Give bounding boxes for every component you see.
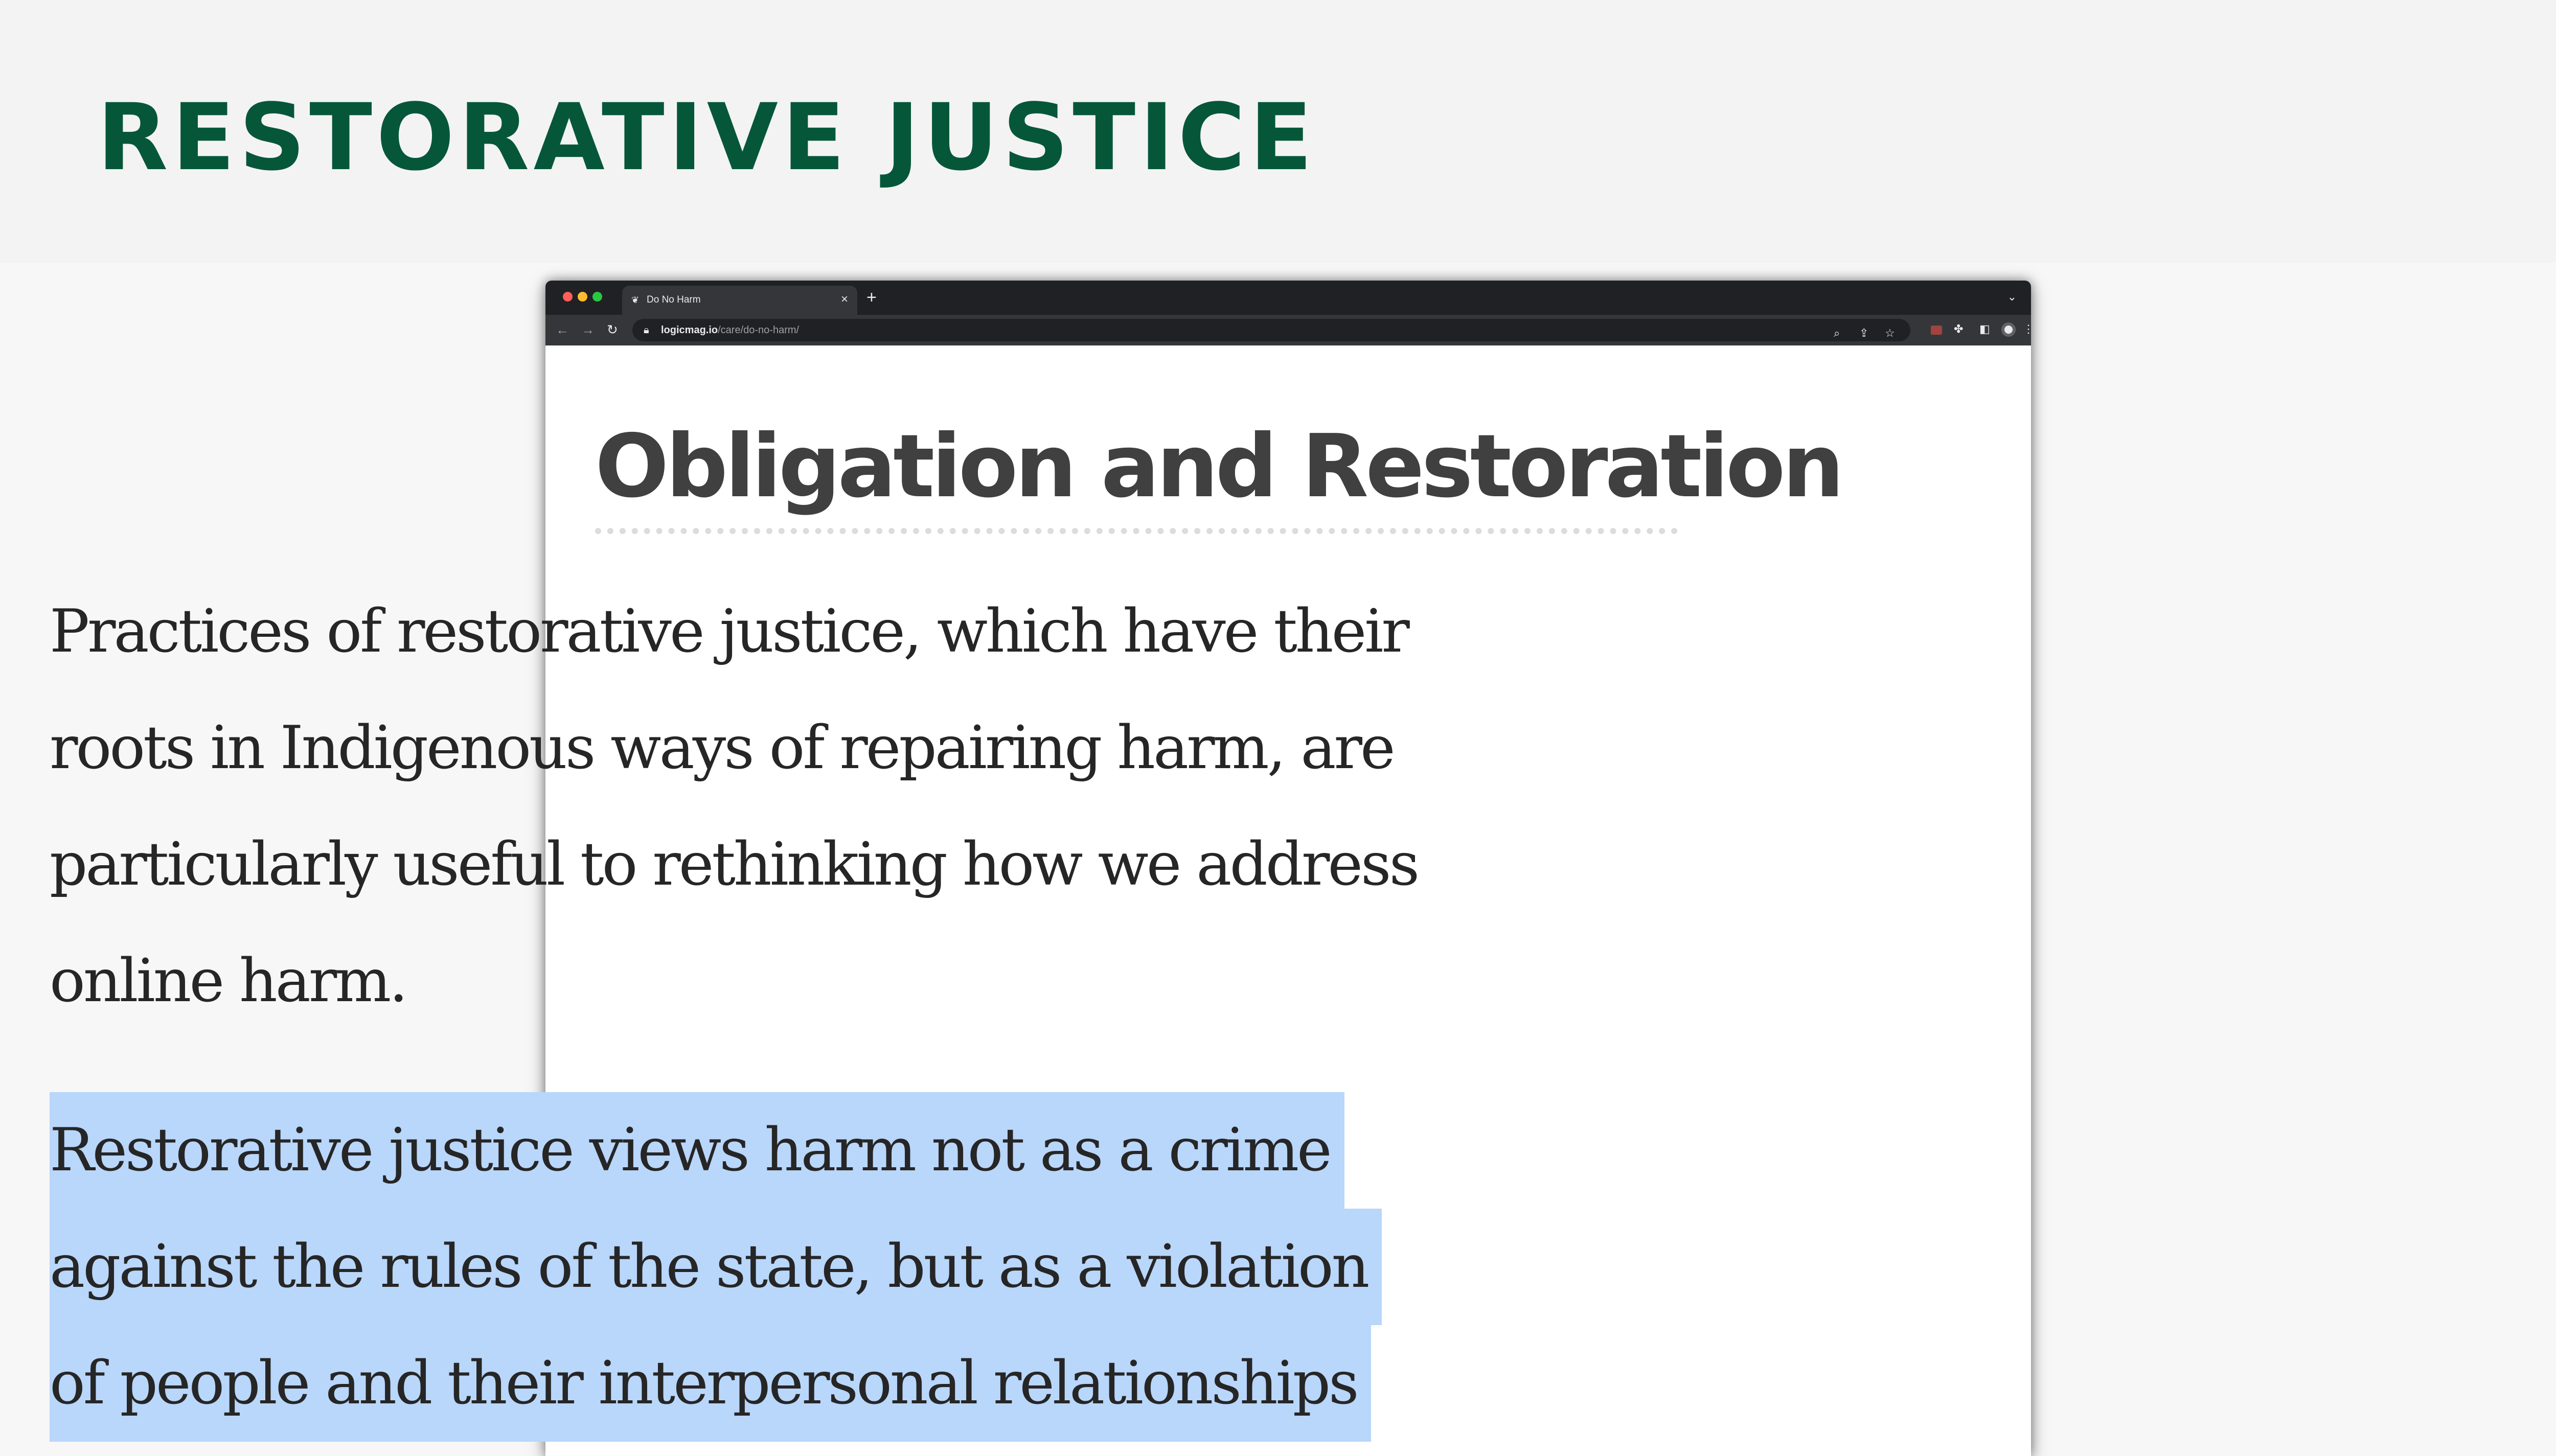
url-path: /care/do-no-harm/ [718,325,800,336]
back-arrow-icon[interactable]: ← [556,322,569,337]
url-domain: logicmag.io [661,325,718,336]
browser-tab[interactable]: ❦ Do No Harm × [622,286,857,315]
kebab-menu-icon[interactable]: ⋮ [2023,322,2031,336]
reload-icon[interactable]: ↻ [607,322,618,337]
selected-text-line: Restorative justice views harm not as a … [50,1092,1344,1209]
paragraph-line: particularly useful to rethinking how we… [50,830,1420,899]
header-band: RESTORATIVE JUSTICE [0,0,2556,263]
sidebar-icon[interactable]: ◧ [1979,322,1990,336]
paragraph-line: online harm. [50,946,408,1015]
tab-close-icon[interactable]: × [841,293,848,306]
bookmark-star-icon[interactable]: ☆ [1885,327,1895,340]
browser-toolbar: ← → ↻ 🔒︎ logicmag.io/care/do-no-harm/ ⌕ … [545,315,2031,345]
tab-search-icon[interactable]: ⌄ [2007,291,2017,303]
forward-arrow-icon[interactable]: → [581,322,595,337]
puzzle-icon[interactable]: ✤ [1954,322,1963,336]
paragraph-line: roots in Indigenous ways of repairing ha… [50,713,1396,782]
selected-text-line: of people and their interpersonal relati… [50,1325,1372,1442]
profile-avatar-icon[interactable] [2001,322,2016,337]
lock-icon[interactable]: 🔒︎ [644,325,649,336]
share-icon[interactable]: ⇪ [1859,327,1868,340]
favicon-icon: ❦ [631,295,640,305]
article-paragraph-1: Practices of restorative justice, which … [50,573,1481,1039]
url-text[interactable]: logicmag.io/care/do-no-harm/ [661,324,799,336]
zoom-icon[interactable]: ⌕ [1834,327,1840,340]
tab-strip: ❦ Do No Harm × + ⌄ [545,281,2031,315]
paragraph-line: Practices of restorative justice, which … [50,597,1410,666]
address-bar[interactable]: 🔒︎ logicmag.io/care/do-no-harm/ ⌕ ⇪ ☆ [632,319,1910,341]
selected-text-line: against the rules of the state, but as a… [50,1209,1382,1325]
extension-icon[interactable] [1931,326,1942,335]
new-tab-button[interactable]: + [866,289,877,306]
slide-title: RESTORATIVE JUSTICE [97,84,1317,191]
article-paragraph-2-selected: Restorative justice views harm not as a … [50,1092,1481,1442]
heading-underline [595,528,1678,534]
maximize-window-button[interactable] [592,292,602,302]
tab-title: Do No Harm [647,294,701,305]
minimize-window-button[interactable] [578,292,587,302]
close-window-button[interactable] [563,292,573,302]
article-heading: Obligation and Restoration [595,416,1844,517]
